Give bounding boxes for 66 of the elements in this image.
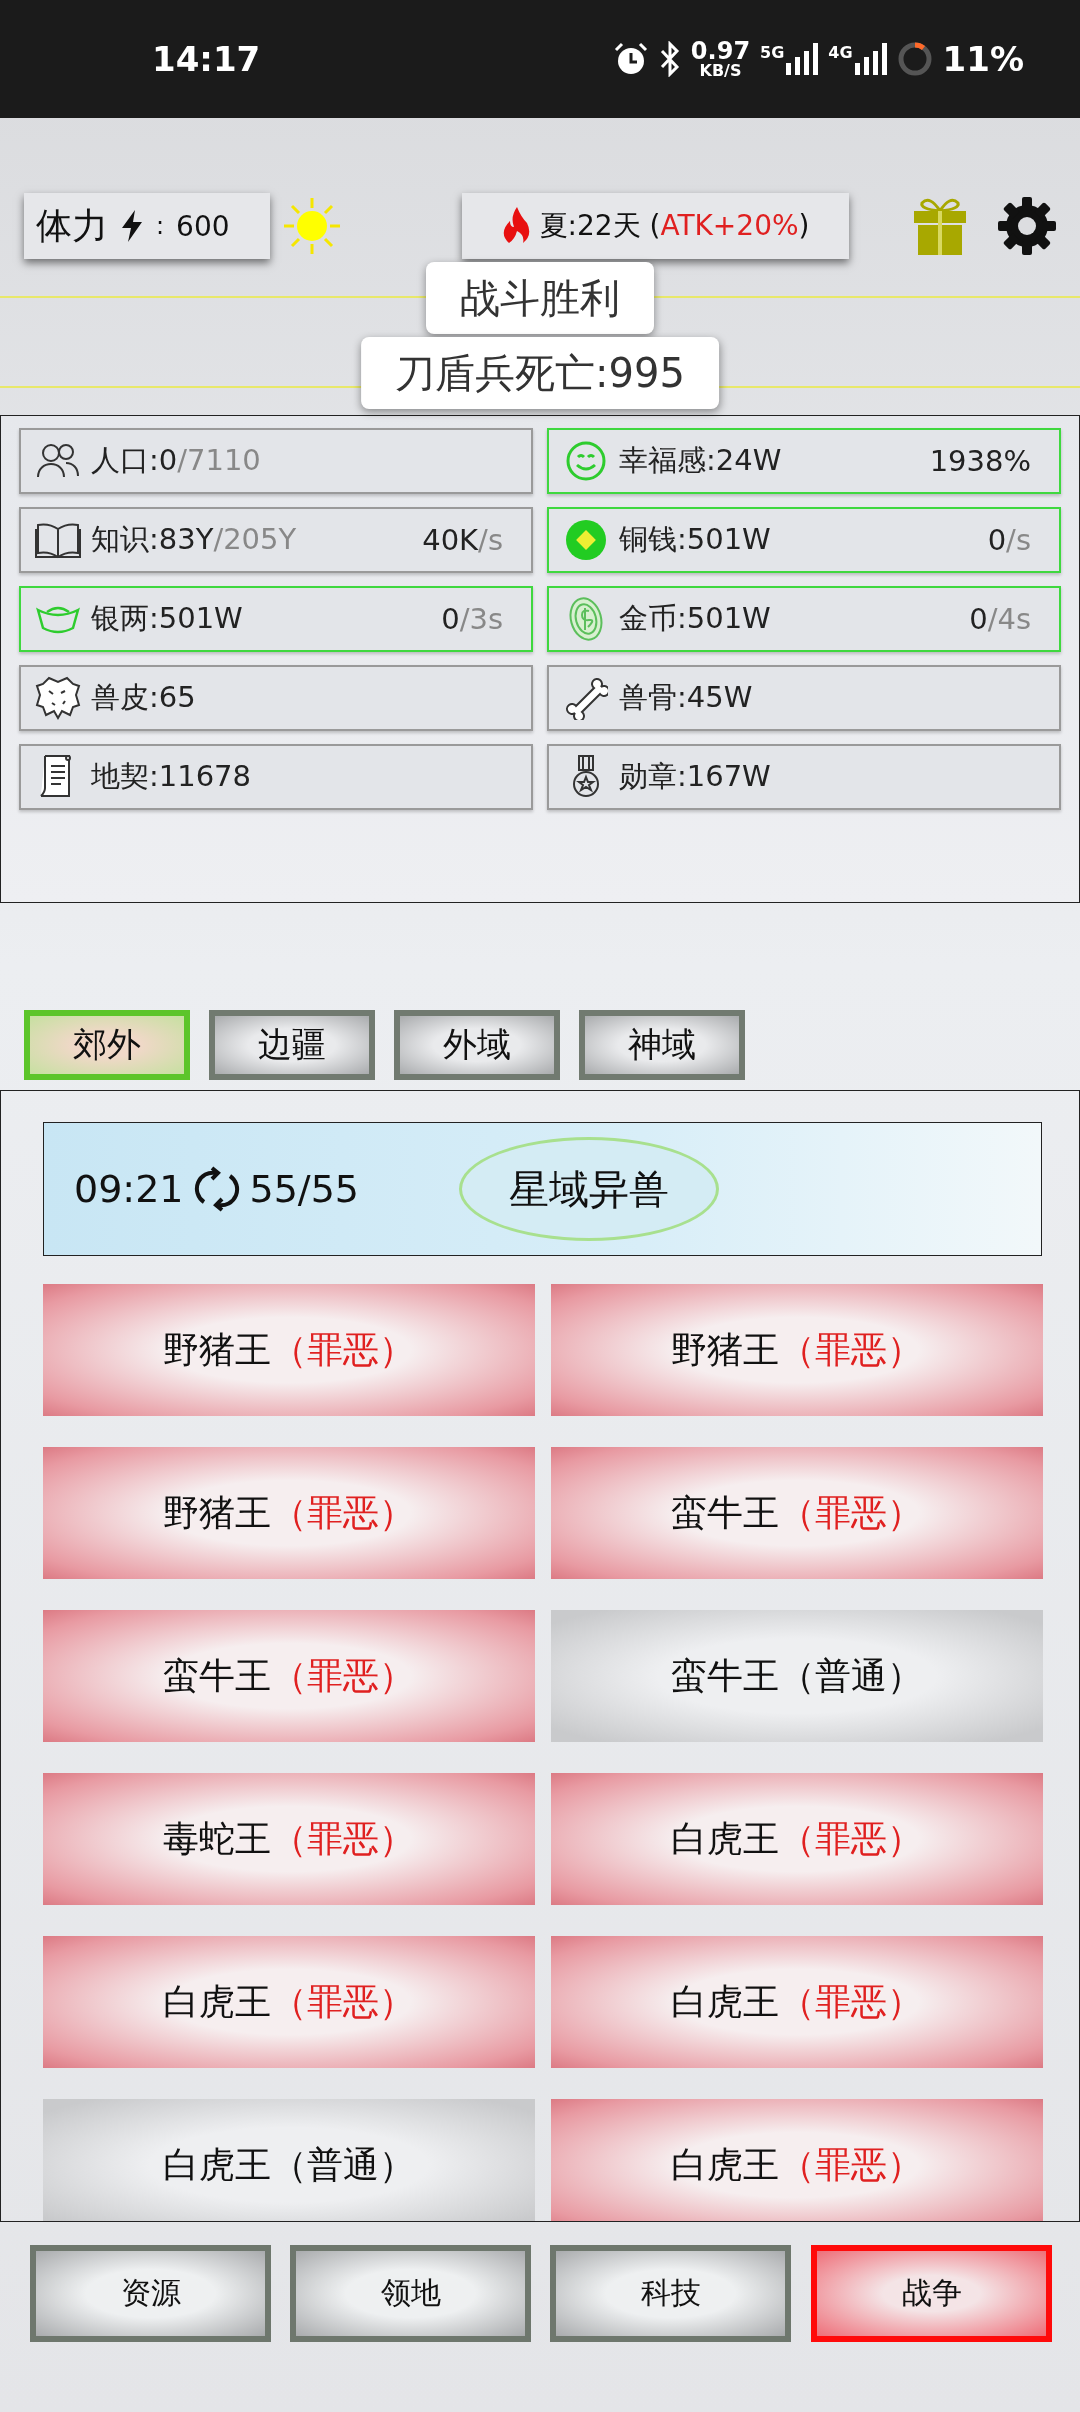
coin-icon <box>565 519 607 561</box>
stamina-separator: : <box>156 212 165 240</box>
enemy-button[interactable]: 蛮牛王（普通） <box>551 1610 1043 1742</box>
lightning-icon <box>120 210 144 242</box>
enemy-button[interactable]: 野猪王（罪恶） <box>43 1284 535 1416</box>
resource-rate: 40K/s <box>422 523 503 557</box>
resource-rate: 0/4s <box>969 602 1031 636</box>
resource-amount: 银两:501W <box>91 600 243 637</box>
resource-amount: 幸福感:24W <box>619 442 782 479</box>
attempt-count: 55/55 <box>249 1167 360 1211</box>
smiley-icon <box>565 440 607 482</box>
animal-hide-icon <box>35 675 81 721</box>
signal-icon <box>786 43 819 75</box>
enemy-button[interactable]: 白虎王（罪恶） <box>551 2099 1043 2221</box>
enemy-button[interactable]: 毒蛇王（罪恶） <box>43 1773 535 1905</box>
sun-icon <box>282 196 342 256</box>
network-speed: 0.97 <box>690 39 751 63</box>
enemy-button[interactable]: 蛮牛王（罪恶） <box>551 1447 1043 1579</box>
network-type: 4G <box>828 43 853 62</box>
gift-icon <box>912 197 968 255</box>
enemy-button[interactable]: 白虎王（罪恶） <box>551 1773 1043 1905</box>
signal-icon <box>854 43 887 75</box>
enemy-button[interactable]: 野猪王（罪恶） <box>551 1284 1043 1416</box>
season-text: 夏:22天 (ATK+20%) <box>539 208 810 244</box>
flame-icon <box>501 207 532 245</box>
network-speed-unit: KB/S <box>699 63 742 79</box>
enemy-button[interactable]: 白虎王（罪恶） <box>551 1936 1043 2068</box>
clock-time: 14:17 <box>152 39 261 79</box>
countdown-timer: 09:21 <box>74 1167 184 1211</box>
resource-rate: 0/s <box>987 523 1031 557</box>
resource-rate: 1938% <box>929 444 1031 478</box>
region-tab[interactable]: 神域 <box>579 1010 745 1080</box>
stamina-value: 600 <box>176 209 230 243</box>
network-type: 5G <box>760 43 785 62</box>
resource-amount: 人口:0/7110 <box>91 442 261 479</box>
settings-icon <box>998 197 1056 255</box>
region-tab[interactable]: 郊外 <box>24 1010 190 1080</box>
bone-icon <box>564 676 608 720</box>
resource-amount: 知识:83Y/205Y <box>91 521 297 558</box>
toast-message: 刀盾兵死亡:995 <box>361 337 719 409</box>
enemy-button[interactable]: 白虎王（普通） <box>43 2099 535 2221</box>
resource-amount: 勋章:167W <box>619 758 771 795</box>
toast-message: 战斗胜利 <box>426 262 654 334</box>
resource-amount: 金币:501W <box>619 600 771 637</box>
resource-rate: 0/3s <box>441 602 503 636</box>
region-tab[interactable]: 外域 <box>394 1010 560 1080</box>
enemy-button[interactable]: 白虎王（罪恶） <box>43 1936 535 2068</box>
book-icon <box>35 521 81 559</box>
resource-amount: 地契:11678 <box>91 758 252 795</box>
resource-amount: 兽骨:45W <box>619 679 753 716</box>
enemy-button[interactable]: 蛮牛王（罪恶） <box>43 1610 535 1742</box>
nav-button[interactable]: 领地 <box>290 2245 531 2342</box>
nav-button[interactable]: 资源 <box>30 2245 271 2342</box>
stamina-label: 体力 <box>36 203 108 248</box>
refresh-icon <box>193 1166 240 1212</box>
alarm-icon <box>612 41 649 77</box>
battery-percent: 11% <box>942 39 1024 79</box>
enemy-button[interactable]: 野猪王（罪恶） <box>43 1447 535 1579</box>
resource-amount: 铜钱:501W <box>619 521 771 558</box>
nav-button[interactable]: 战争 <box>811 2245 1052 2342</box>
resource-amount: 兽皮:65 <box>91 679 196 716</box>
bluetooth-icon <box>658 41 681 77</box>
region-tab[interactable]: 边疆 <box>209 1010 375 1080</box>
event-button[interactable]: 星域异兽 <box>459 1137 720 1241</box>
nav-button[interactable]: 科技 <box>550 2245 791 2342</box>
battery-icon <box>896 41 933 77</box>
